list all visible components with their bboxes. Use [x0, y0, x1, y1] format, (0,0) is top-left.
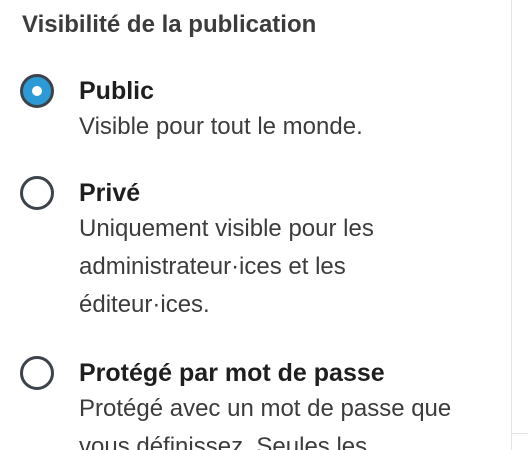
option-label-private[interactable]: Privé [79, 178, 140, 208]
option-description-public: Visible pour tout le monde. [79, 113, 363, 140]
radio-dot-icon [32, 86, 42, 96]
radio-public[interactable] [20, 74, 54, 108]
option-label-password[interactable]: Protégé par mot de passe [79, 358, 385, 388]
option-label-public[interactable]: Public [79, 76, 154, 106]
scrollbar-corner [512, 433, 528, 450]
radio-private[interactable] [20, 176, 54, 210]
visibility-panel: Visibilité de la publication Public Visi… [0, 0, 511, 450]
scrollbar-track[interactable] [511, 0, 528, 450]
option-description-private: Uniquement visible pour les administrate… [79, 215, 374, 318]
panel-title: Visibilité de la publication [22, 11, 317, 38]
option-description-password: Protégé avec un mot de passe que vous dé… [79, 395, 452, 450]
radio-password[interactable] [20, 356, 54, 390]
